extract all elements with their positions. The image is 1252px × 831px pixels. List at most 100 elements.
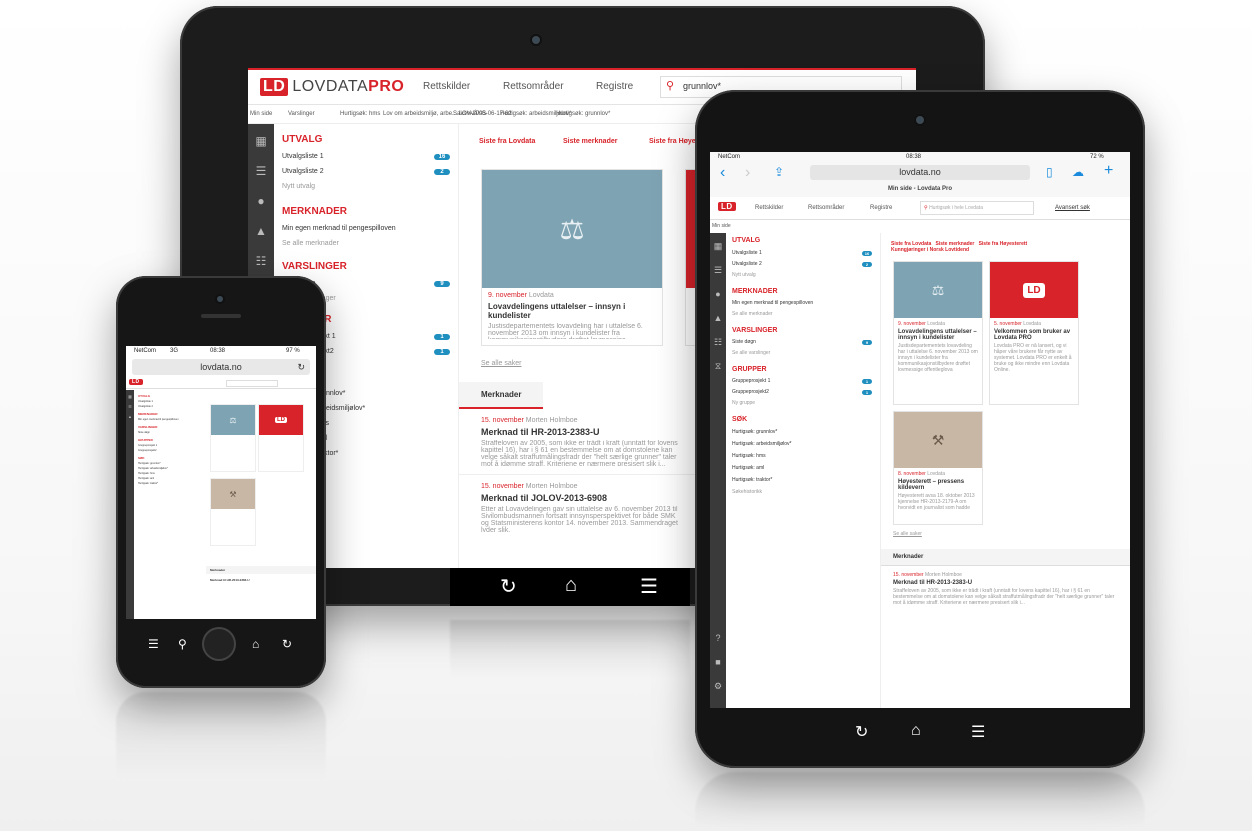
settings-icon[interactable]: ⚙ <box>710 681 726 692</box>
home-icon[interactable]: ⌂ <box>252 637 259 651</box>
url-bar[interactable]: lovdata.no <box>810 165 1030 180</box>
breadcrumb-item[interactable]: Saksnivå/sts <box>453 111 487 117</box>
news-card[interactable]: ⚒ 8. november Lovdata Høyesterett – pres… <box>893 411 983 525</box>
gruppe-item[interactable]: Gruppeprosjekt2 1 <box>732 389 872 395</box>
breadcrumb-item[interactable]: Lov om arbeidsmiljø, arbe... LOV-2005-06… <box>383 111 512 117</box>
bell-icon[interactable]: ▲ <box>710 313 726 323</box>
search-box[interactable]: ⚲ Hurtigsøk i hele Lovdata <box>920 201 1034 215</box>
new-tab-icon[interactable]: + <box>1104 162 1113 180</box>
feed-title[interactable]: Merknad til HR-2013-2383-U <box>210 578 250 582</box>
home-icon[interactable]: ⌂ <box>911 722 921 740</box>
group-icon[interactable]: ☷ <box>710 337 726 348</box>
dashboard-icon[interactable]: ▦ <box>126 394 134 399</box>
varsling-item[interactable]: Siste døgn 9 <box>732 339 872 345</box>
varsling-item[interactable]: Siste døgn <box>138 430 203 435</box>
breadcrumb-item[interactable]: Varslinger <box>288 111 315 117</box>
nav-registre[interactable]: Registre <box>870 205 892 211</box>
merknad-item[interactable]: Min egen merknad til pengespilloven <box>732 300 872 306</box>
lovdata-logo[interactable]: LD <box>129 379 147 385</box>
dashboard-icon[interactable]: ▦ <box>710 241 726 252</box>
forward-icon[interactable]: › <box>745 164 750 182</box>
utvalg-item[interactable]: Utvalgsliste 2 2 <box>732 261 872 267</box>
url-bar[interactable]: lovdata.no ↻ <box>132 359 310 375</box>
search-icon[interactable]: ⚲ <box>178 637 187 651</box>
refresh-icon[interactable]: ↻ <box>282 637 292 651</box>
list-icon[interactable]: ☰ <box>640 574 658 599</box>
nav-rettskilder[interactable]: Rettskilder <box>755 205 783 211</box>
refresh-icon[interactable]: ↻ <box>855 722 868 742</box>
nav-rettskilder[interactable]: Rettskilder <box>423 81 470 92</box>
reload-icon[interactable]: ↻ <box>297 359 305 375</box>
merknad-item[interactable]: Min egen merknad til pengespilloven <box>282 225 450 232</box>
news-card[interactable]: LD <box>258 404 304 472</box>
dashboard-icon[interactable]: ▦ <box>248 134 274 148</box>
lovdata-logo[interactable]: LD <box>718 202 740 211</box>
news-card[interactable]: ⚒ <box>210 478 256 546</box>
breadcrumb-item[interactable]: Hurtigsøk: grunnlov* <box>556 111 610 117</box>
gruppe-item[interactable]: Gruppeprosjekt2 <box>138 448 203 453</box>
utvalg-item[interactable]: Utvalgsliste 1 16 <box>732 250 872 256</box>
card-text: Lovdata PRO er nå lansert, og vi håper v… <box>994 343 1072 373</box>
nav-registre[interactable]: Registre <box>596 81 633 92</box>
breadcrumb-item[interactable]: Hurtigsøk: hms <box>340 111 380 117</box>
bookmarks-icon[interactable]: ▯ <box>1046 165 1053 179</box>
home-button[interactable] <box>202 627 236 661</box>
news-card[interactable]: ⚖ 9. november Lovdata Lovavdelingens utt… <box>893 261 983 405</box>
group-icon[interactable]: ☷ <box>248 254 274 268</box>
list-icon[interactable]: ☰ <box>148 637 159 651</box>
comment-icon[interactable]: ● <box>248 194 274 208</box>
sok-item[interactable]: Hurtigsøk: traktor* <box>138 481 203 486</box>
search-box[interactable] <box>226 380 278 387</box>
filter-icon[interactable]: ⧖ <box>710 361 726 372</box>
nytt-utvalg-link[interactable]: Nytt utvalg <box>282 183 450 190</box>
see-all-news-link[interactable]: Se alle saker <box>481 360 521 367</box>
list-icon[interactable]: ☰ <box>126 404 134 409</box>
see-all-varslinger-link[interactable]: Se alle varslinger <box>732 350 872 356</box>
nav-rettsomrader[interactable]: Rettsområder <box>503 81 564 92</box>
news-card[interactable]: LD 5. november Lovdata Velkommen som bru… <box>989 261 1079 405</box>
see-all-merknader-link[interactable]: Se alle merknader <box>282 240 450 247</box>
list-icon[interactable]: ☰ <box>248 164 274 178</box>
utvalg-item[interactable]: Utvalgsliste 2 <box>138 404 203 409</box>
list-icon[interactable]: ☰ <box>710 265 726 276</box>
sok-item[interactable]: Hurtigsøk: hms <box>732 453 872 459</box>
comment-icon[interactable]: ● <box>710 289 726 299</box>
sok-item[interactable]: Hurtigsøk: grunnlov* <box>732 429 872 435</box>
feed-item[interactable]: 15. november Morten Holmboe Merknad til … <box>881 566 1130 620</box>
back-icon[interactable]: ‹ <box>720 164 725 182</box>
share-icon[interactable]: ⇪ <box>774 165 784 179</box>
breadcrumb-home[interactable]: Min side <box>712 223 731 229</box>
sok-item[interactable]: Hurtigsøk: aml <box>732 465 872 471</box>
breadcrumb-home[interactable]: Min side <box>250 111 272 117</box>
utvalg-item[interactable]: Utvalgsliste 1 16 <box>282 153 450 160</box>
sok-item[interactable]: Hurtigsøk: arbeidsmiljølov* <box>732 441 872 447</box>
refresh-icon[interactable]: ↻ <box>500 574 517 599</box>
search-input[interactable]: grunnlov* <box>683 81 721 91</box>
tab-siste-lovdata[interactable]: Siste fra Lovdata <box>479 138 535 145</box>
see-all-merknader-link[interactable]: Se alle merknader <box>732 311 872 317</box>
nytt-utvalg-link[interactable]: Nytt utvalg <box>732 272 872 278</box>
home-icon[interactable]: ⌂ <box>565 574 577 597</box>
news-card[interactable]: ⚖ 9. november Lovdata Lovavdelingens utt… <box>481 169 663 346</box>
sokehistorikk-link[interactable]: Søkehistorikk <box>732 489 872 495</box>
bell-icon[interactable]: ▲ <box>248 224 274 238</box>
cloud-icon[interactable]: ☁ <box>1072 165 1084 179</box>
merknad-item[interactable]: Min egen merknad til pengespilloven <box>138 417 203 422</box>
tab-siste-merknader[interactable]: Siste merknader <box>563 138 617 145</box>
advanced-search-link[interactable]: Avansert søk <box>1055 205 1090 211</box>
chat-icon[interactable]: ■ <box>710 657 726 667</box>
utvalg-item[interactable]: Utvalgsliste 2 2 <box>282 168 450 175</box>
nav-rettsomrader[interactable]: Rettsområder <box>808 205 844 211</box>
list-icon[interactable]: ☰ <box>971 722 985 742</box>
varslinger-title: VARSLINGER <box>282 261 347 272</box>
tab-siste-hoyesterett[interactable]: Siste fra Høyesterett <box>979 241 1028 247</box>
sok-item[interactable]: Hurtigsøk: traktor* <box>732 477 872 483</box>
news-card[interactable]: ⚖ <box>210 404 256 472</box>
lovdata-logo[interactable]: LD LOVDATAPRO <box>260 78 404 96</box>
tab-kunngjoringer[interactable]: Kunngjøringer i Norsk Lovtidend <box>891 247 969 253</box>
ny-gruppe-link[interactable]: Ny gruppe <box>732 400 872 406</box>
see-all-news-link[interactable]: Se alle saker <box>893 531 922 537</box>
gruppe-item[interactable]: Gruppeprosjekt 1 1 <box>732 378 872 384</box>
help-icon[interactable]: ? <box>710 633 726 643</box>
bell-icon[interactable]: ▲ <box>126 414 134 419</box>
